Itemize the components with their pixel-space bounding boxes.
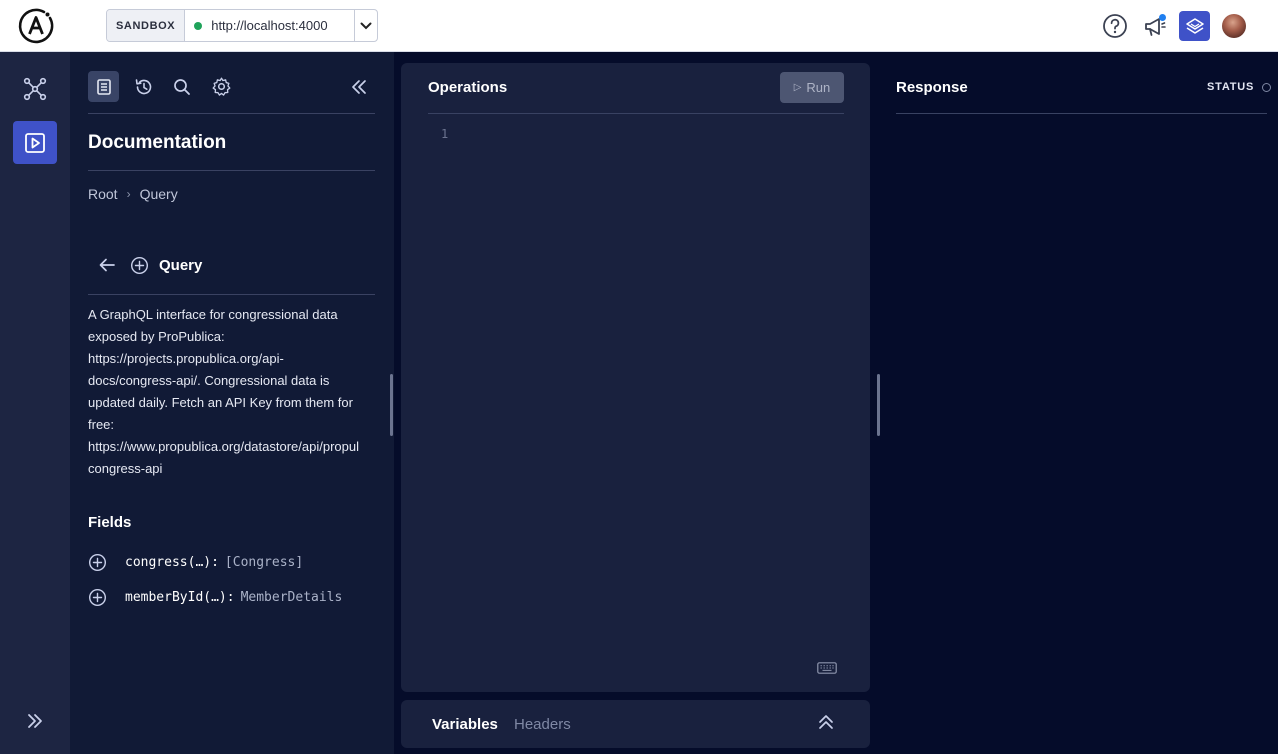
- field-name: memberById(…):: [125, 589, 235, 605]
- schema-icon[interactable]: [13, 67, 57, 110]
- documentation-toolbar: [88, 71, 378, 103]
- field-row[interactable]: memberById(…): MemberDetails: [88, 586, 342, 608]
- breadcrumb: Root › Query: [88, 186, 178, 202]
- variables-panel: Variables Headers: [401, 700, 870, 748]
- type-description: A GraphQL interface for congressional da…: [88, 307, 359, 476]
- endpoint-url-field[interactable]: http://localhost:4000: [185, 10, 354, 41]
- status-label: STATUS: [1207, 81, 1255, 93]
- breadcrumb-current: Query: [139, 186, 178, 202]
- chevron-right-icon: ›: [126, 187, 131, 201]
- document-icon[interactable]: [88, 71, 119, 102]
- status-indicator-icon: [1262, 82, 1272, 92]
- field-type[interactable]: MemberDetails: [241, 590, 343, 605]
- chevron-double-up-icon[interactable]: [818, 713, 834, 736]
- environment-tag: SANDBOX: [107, 10, 186, 41]
- top-bar: SANDBOX http://localhost:4000: [0, 0, 1278, 52]
- run-button[interactable]: ▷ Run: [780, 72, 844, 103]
- connection-status-dot: [194, 21, 203, 30]
- documentation-panel: Documentation Root › Query Query A Graph…: [70, 52, 394, 754]
- arrow-left-icon[interactable]: [96, 258, 118, 272]
- field-type[interactable]: [Congress]: [225, 555, 303, 570]
- user-avatar[interactable]: [1222, 14, 1246, 38]
- tab-headers[interactable]: Headers: [514, 716, 571, 733]
- help-icon[interactable]: [1101, 12, 1129, 40]
- divider: [896, 113, 1267, 114]
- notification-badge: [1159, 14, 1166, 21]
- response-status: STATUS: [1207, 81, 1272, 93]
- fields-heading: Fields: [88, 514, 132, 531]
- play-icon: ▷: [793, 82, 802, 93]
- tab-variables[interactable]: Variables: [432, 716, 498, 733]
- breadcrumb-root[interactable]: Root: [88, 186, 118, 202]
- chevron-down-icon[interactable]: [354, 10, 377, 41]
- expand-rail-icon[interactable]: [13, 699, 57, 742]
- gear-icon[interactable]: [206, 71, 237, 102]
- response-title: Response: [896, 79, 968, 96]
- divider: [88, 113, 375, 114]
- divider: [88, 170, 375, 171]
- search-icon[interactable]: [166, 71, 197, 102]
- graph-icon[interactable]: [1179, 11, 1210, 41]
- apollo-logo[interactable]: [17, 7, 55, 45]
- add-circle-icon[interactable]: [88, 588, 107, 607]
- type-name: Query: [159, 256, 203, 274]
- documentation-title: Documentation: [88, 132, 227, 153]
- operations-title: Operations: [428, 79, 508, 96]
- type-header: Query: [96, 253, 202, 277]
- history-icon[interactable]: [128, 71, 159, 102]
- collapse-panel-icon[interactable]: [342, 71, 376, 102]
- run-label: Run: [806, 80, 831, 95]
- endpoint-url: http://localhost:4000: [211, 18, 328, 33]
- divider: [428, 113, 844, 114]
- divider: [88, 294, 375, 295]
- nav-rail: [0, 52, 70, 754]
- field-row[interactable]: congress(…): [Congress]: [88, 551, 303, 573]
- endpoint-selector[interactable]: SANDBOX http://localhost:4000: [106, 9, 378, 42]
- documentation-scrollbar[interactable]: [390, 374, 393, 436]
- add-circle-icon[interactable]: [88, 553, 107, 572]
- add-circle-icon[interactable]: [130, 256, 149, 275]
- announcements-icon[interactable]: [1141, 12, 1169, 40]
- keyboard-icon[interactable]: [817, 661, 837, 679]
- explorer-icon[interactable]: [13, 121, 57, 164]
- operations-panel: Operations ▷ Run 1: [401, 63, 870, 692]
- line-number: 1: [441, 127, 449, 141]
- field-name: congress(…):: [125, 554, 219, 570]
- response-panel: Response STATUS: [880, 63, 1278, 753]
